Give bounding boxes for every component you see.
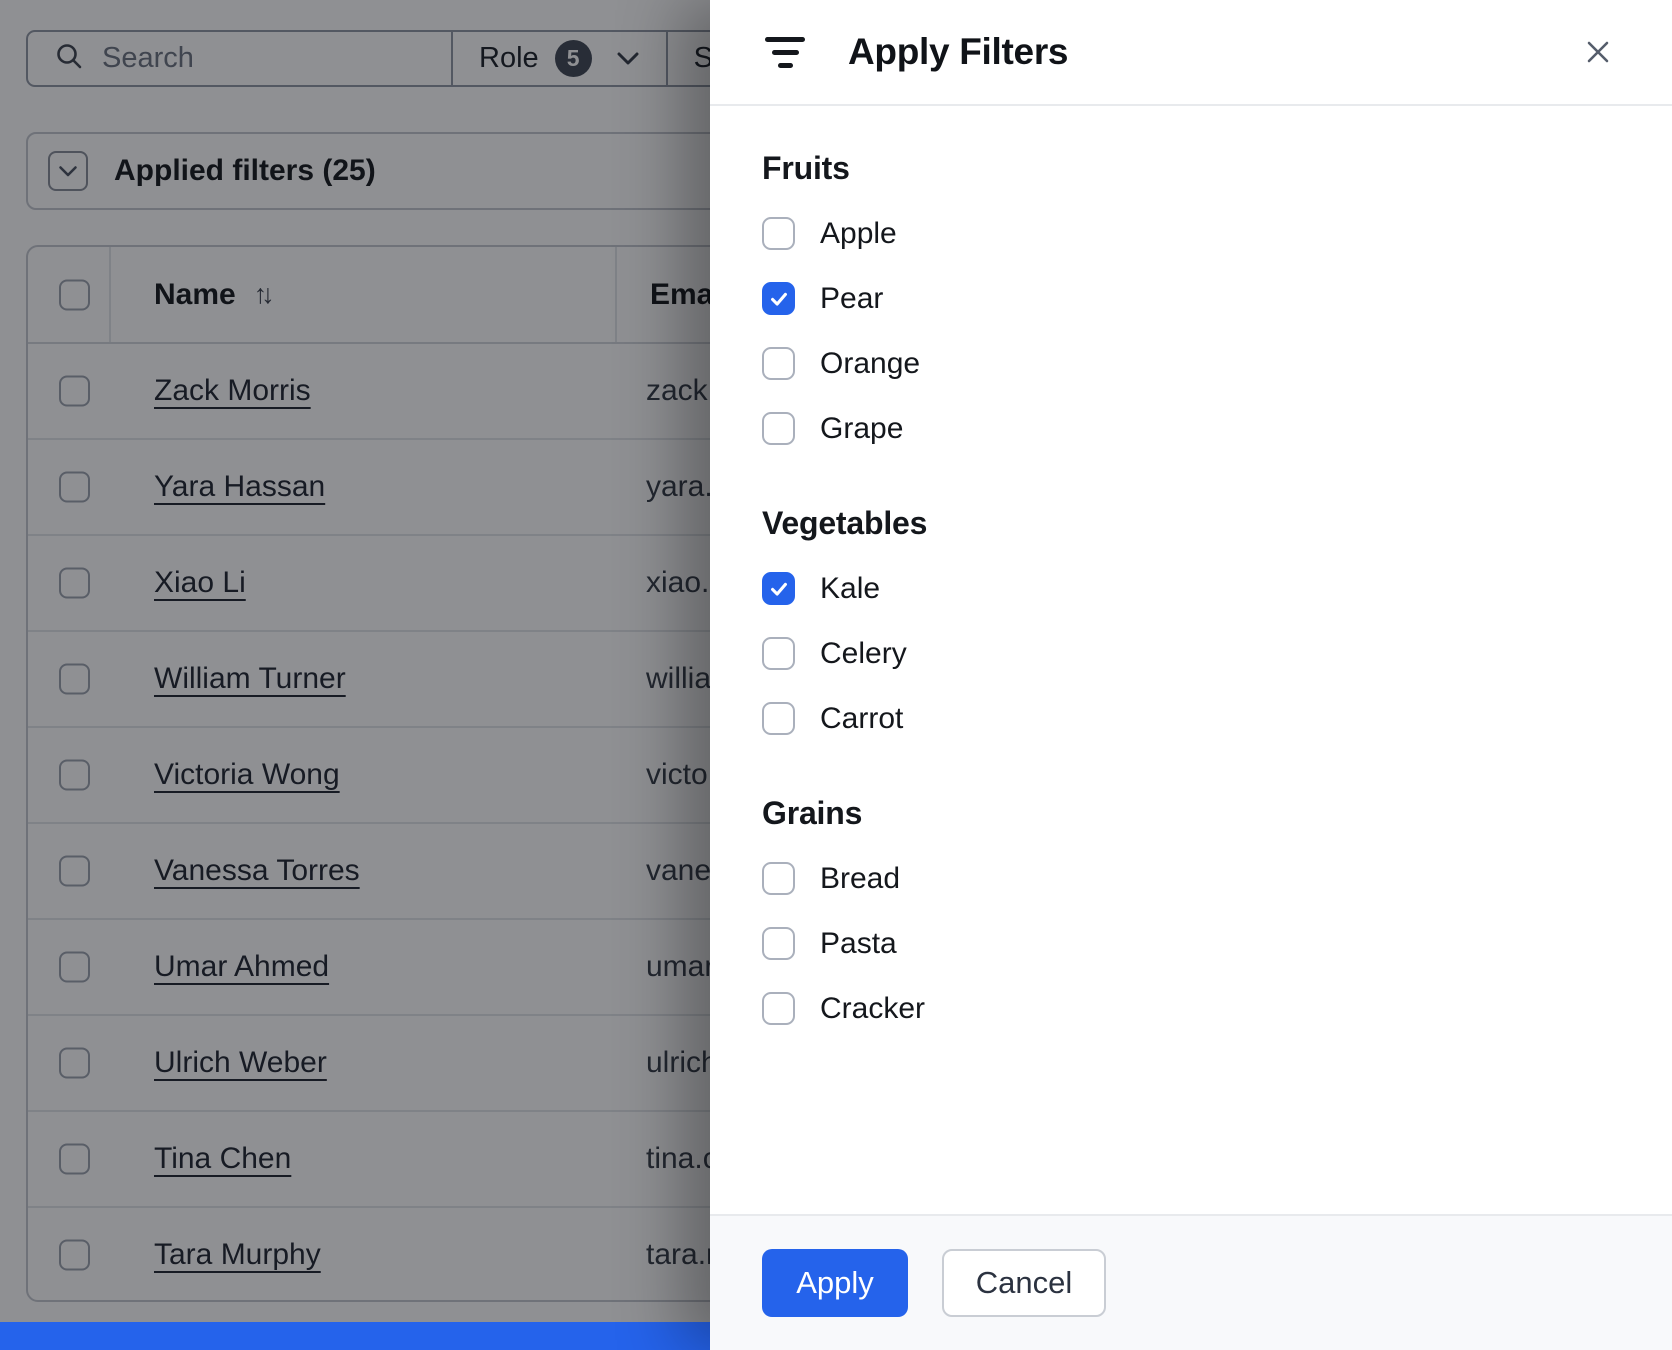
filter-option[interactable]: Apple [762, 201, 1632, 266]
panel-body: Fruits Apple Pear Orange Grape Vegetable… [710, 106, 1672, 1214]
filter-option[interactable]: Pear [762, 266, 1632, 331]
checkbox-unchecked[interactable] [762, 702, 795, 735]
bottom-accent-bar [0, 1322, 712, 1350]
filter-option[interactable]: Bread [762, 846, 1632, 911]
option-label: Grape [820, 411, 904, 445]
checkbox-unchecked[interactable] [762, 347, 795, 380]
checkbox-unchecked[interactable] [762, 992, 795, 1025]
option-label: Bread [820, 861, 901, 895]
panel-footer: Apply Cancel [710, 1214, 1672, 1350]
close-icon [1587, 41, 1609, 63]
panel-header: Apply Filters [710, 0, 1672, 106]
checkbox-unchecked[interactable] [762, 412, 795, 445]
filter-option[interactable]: Carrot [762, 686, 1632, 751]
filter-option[interactable]: Cracker [762, 976, 1632, 1041]
filter-option[interactable]: Grape [762, 396, 1632, 461]
filter-option[interactable]: Celery [762, 621, 1632, 686]
option-label: Apple [820, 216, 897, 250]
check-icon [770, 582, 787, 596]
option-label: Pasta [820, 926, 897, 960]
filter-section-vegetables: Vegetables Kale Celery Carrot [762, 505, 1632, 751]
filter-option[interactable]: Pasta [762, 911, 1632, 976]
apply-button[interactable]: Apply [762, 1249, 908, 1317]
option-label: Kale [820, 571, 881, 605]
close-button[interactable] [1582, 36, 1614, 68]
check-icon [770, 292, 787, 306]
option-label: Celery [820, 636, 907, 670]
option-label: Carrot [820, 701, 904, 735]
section-heading: Grains [762, 795, 863, 831]
option-label: Cracker [820, 991, 926, 1025]
option-label: Pear [820, 281, 884, 315]
filter-option[interactable]: Kale [762, 556, 1632, 621]
apply-filters-panel: Apply Filters Fruits Apple Pear Orange G… [710, 0, 1672, 1350]
checkbox-unchecked[interactable] [762, 927, 795, 960]
option-label: Orange [820, 346, 921, 380]
checkbox-checked[interactable] [762, 282, 795, 315]
filter-section-grains: Grains Bread Pasta Cracker [762, 795, 1632, 1041]
filter-section-fruits: Fruits Apple Pear Orange Grape [762, 150, 1632, 461]
filter-option[interactable]: Orange [762, 331, 1632, 396]
checkbox-checked[interactable] [762, 572, 795, 605]
filter-icon [762, 36, 808, 68]
section-heading: Fruits [762, 150, 850, 186]
checkbox-unchecked[interactable] [762, 217, 795, 250]
checkbox-unchecked[interactable] [762, 637, 795, 670]
cancel-button[interactable]: Cancel [942, 1249, 1106, 1317]
panel-title: Apply Filters [848, 31, 1069, 72]
checkbox-unchecked[interactable] [762, 862, 795, 895]
section-heading: Vegetables [762, 505, 928, 541]
